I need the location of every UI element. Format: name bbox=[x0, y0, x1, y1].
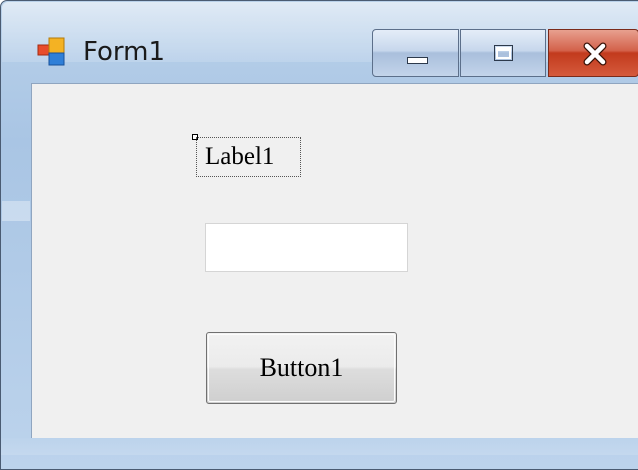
button1-label: Button1 bbox=[259, 353, 344, 382]
label1[interactable]: Label1 bbox=[196, 137, 301, 177]
window-frame-edge bbox=[2, 201, 30, 221]
close-icon bbox=[583, 42, 607, 66]
textbox1-input[interactable] bbox=[205, 223, 408, 272]
window-title: Form1 bbox=[83, 37, 166, 67]
maximize-button[interactable] bbox=[460, 29, 546, 77]
minimize-button[interactable] bbox=[372, 29, 459, 77]
window-bottom-frame bbox=[1, 438, 638, 455]
winforms-app-icon bbox=[37, 37, 65, 66]
title-bar[interactable]: Form1 bbox=[1, 1, 638, 83]
close-button[interactable] bbox=[548, 29, 638, 77]
maximize-icon bbox=[494, 45, 513, 61]
button1[interactable]: Button1 bbox=[206, 332, 397, 404]
minimize-icon bbox=[407, 57, 428, 64]
